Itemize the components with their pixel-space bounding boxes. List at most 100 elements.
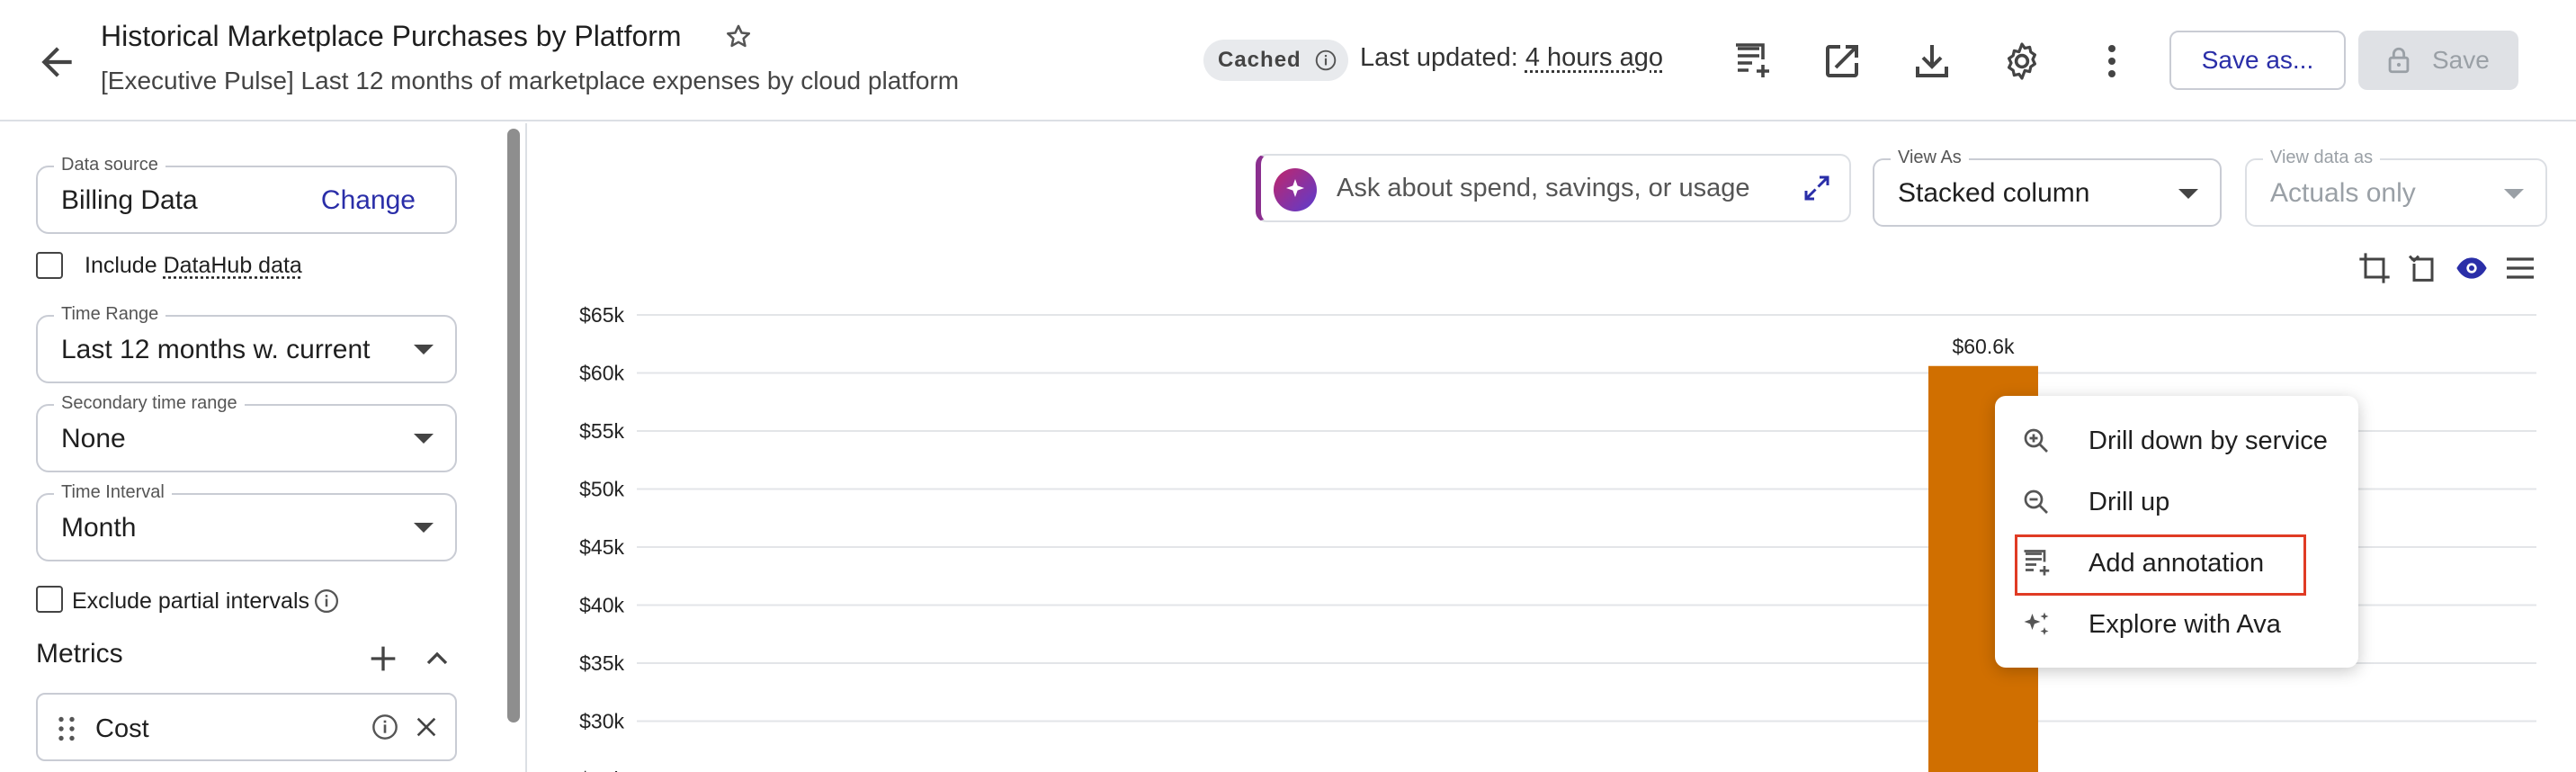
star-icon xyxy=(726,24,751,48)
secondary-time-range-label: Secondary time range xyxy=(54,393,245,414)
y-tick-label: $55k xyxy=(579,419,624,443)
download-button[interactable] xyxy=(1910,40,1954,83)
close-icon[interactable] xyxy=(412,713,441,741)
info-icon[interactable] xyxy=(313,588,340,615)
menu-item-drill-up[interactable]: Drill up xyxy=(1995,471,2358,533)
add-note-icon xyxy=(1736,43,1769,77)
y-tick-label: $35k xyxy=(579,651,624,675)
y-tick-label: $45k xyxy=(579,535,624,559)
sidebar-scrollbar[interactable] xyxy=(507,129,520,723)
chevron-down-icon xyxy=(414,434,434,444)
zoom-out-icon xyxy=(2024,489,2048,514)
change-data-source-link[interactable]: Change xyxy=(321,185,416,216)
y-tick-label: $60k xyxy=(579,362,624,385)
cached-badge: Cached xyxy=(1203,40,1348,81)
view-as-select[interactable]: View As Stacked column xyxy=(1873,148,2222,227)
settings-button[interactable] xyxy=(2000,40,2044,83)
cached-badge-label: Cached xyxy=(1218,48,1301,72)
menu-item-label: Drill up xyxy=(2089,488,2170,516)
include-datahub-checkbox[interactable] xyxy=(36,252,63,279)
open-external-button[interactable] xyxy=(1820,40,1864,83)
more-options-button[interactable] xyxy=(2090,40,2133,83)
view-data-as-value: Actuals only xyxy=(2270,178,2416,208)
y-tick-label-partial: $25k xyxy=(579,768,624,772)
metric-item-cost[interactable]: Cost xyxy=(36,693,457,761)
ava-logo xyxy=(1274,168,1317,211)
eye-icon xyxy=(2456,257,2487,279)
y-tick-label: $40k xyxy=(579,594,624,617)
lock-icon xyxy=(2388,47,2410,74)
time-interval-label: Time Interval xyxy=(54,482,172,503)
add-note-button[interactable] xyxy=(1731,40,1774,83)
save-button-label: Save xyxy=(2432,46,2490,74)
time-interval-value: Month xyxy=(61,513,137,543)
zoom-in-icon xyxy=(2024,428,2048,453)
crop-tool-button[interactable] xyxy=(2357,250,2393,286)
favorite-button[interactable] xyxy=(723,22,756,54)
save-as-button[interactable]: Save as... xyxy=(2169,31,2346,90)
data-source-label: Data source xyxy=(54,155,165,175)
time-interval-select[interactable]: Time Interval Month xyxy=(36,482,457,561)
chevron-down-icon xyxy=(414,523,434,533)
secondary-time-range-select[interactable]: Secondary time range None xyxy=(36,393,457,472)
info-icon[interactable] xyxy=(371,713,399,741)
last-updated-value: 4 hours ago xyxy=(1525,43,1663,72)
include-datahub-prefix: Include xyxy=(85,253,164,278)
menu-item-label: Drill down by service xyxy=(2089,426,2328,455)
page-header: Historical Marketplace Purchases by Plat… xyxy=(0,0,2576,121)
ask-ava-input[interactable]: Ask about spend, savings, or usage xyxy=(1256,154,1851,222)
ask-ava-placeholder: Ask about spend, savings, or usage xyxy=(1337,174,1750,202)
crop-icon xyxy=(2359,253,2390,283)
last-updated: Last updated: 4 hours ago xyxy=(1360,43,1663,73)
expand-icon[interactable] xyxy=(1801,172,1833,204)
back-arrow-icon xyxy=(41,47,72,77)
gear-icon xyxy=(2008,42,2036,80)
chevron-down-icon xyxy=(414,345,434,355)
save-button[interactable]: Save xyxy=(2358,31,2518,90)
exclude-partial-label: Exclude partial intervals xyxy=(72,588,309,615)
y-tick-label: $65k xyxy=(579,303,624,327)
download-icon xyxy=(1916,45,1948,77)
datahub-link[interactable]: DataHub data xyxy=(164,253,302,278)
data-source-value: Billing Data xyxy=(61,185,198,215)
sparkles-icon xyxy=(2024,612,2049,635)
metric-label: Cost xyxy=(95,714,149,743)
menu-item-label: Explore with Ava xyxy=(2089,610,2281,639)
hamburger-menu-icon xyxy=(2507,257,2534,279)
secondary-time-range-value: None xyxy=(61,424,126,453)
time-range-select[interactable]: Time Range Last 12 months w. current xyxy=(36,304,457,383)
chevron-down-icon xyxy=(2178,189,2198,199)
view-data-as-select[interactable]: View data as Actuals only xyxy=(2245,148,2547,227)
chevron-up-icon[interactable] xyxy=(419,641,455,677)
annotation-highlight-box xyxy=(2015,534,2306,596)
include-datahub-label: Include DataHub data xyxy=(85,253,302,279)
add-metric-icon[interactable] xyxy=(365,641,401,677)
back-button[interactable] xyxy=(34,40,79,85)
exclude-partial-text: Exclude partial intervals xyxy=(72,588,310,614)
page-title: Historical Marketplace Purchases by Plat… xyxy=(101,20,682,52)
y-tick-label: $50k xyxy=(579,478,624,501)
data-source-field[interactable]: Data source Billing Data Change xyxy=(36,155,457,234)
drag-handle-icon[interactable] xyxy=(50,711,83,747)
view-as-value: Stacked column xyxy=(1898,178,2090,208)
time-range-label: Time Range xyxy=(54,304,166,325)
view-data-as-label: View data as xyxy=(2263,148,2381,168)
metrics-heading: Metrics xyxy=(36,639,123,669)
y-tick-label: $30k xyxy=(579,710,624,733)
time-range-value: Last 12 months w. current xyxy=(61,335,371,364)
sparkles-icon xyxy=(1286,179,1304,197)
bar-data-label: $60.6k xyxy=(1952,335,2015,358)
exclude-partial-checkbox[interactable] xyxy=(36,586,63,613)
menu-item-explore-ava[interactable]: Explore with Ava xyxy=(1995,594,2358,655)
reset-zoom-button[interactable] xyxy=(2405,250,2441,286)
visibility-toggle-button[interactable] xyxy=(2454,250,2490,286)
open-external-icon xyxy=(1826,45,1858,77)
bar-context-menu: Drill down by service Drill up Add annot… xyxy=(1995,396,2358,668)
info-icon[interactable] xyxy=(1314,49,1337,72)
page-subtitle: [Executive Pulse] Last 12 months of mark… xyxy=(101,67,960,94)
reset-crop-icon xyxy=(2408,255,2434,282)
view-as-label: View As xyxy=(1891,148,1969,168)
chart-menu-button[interactable] xyxy=(2502,250,2538,286)
menu-item-drill-down[interactable]: Drill down by service xyxy=(1995,410,2358,471)
chevron-down-icon xyxy=(2504,189,2524,199)
